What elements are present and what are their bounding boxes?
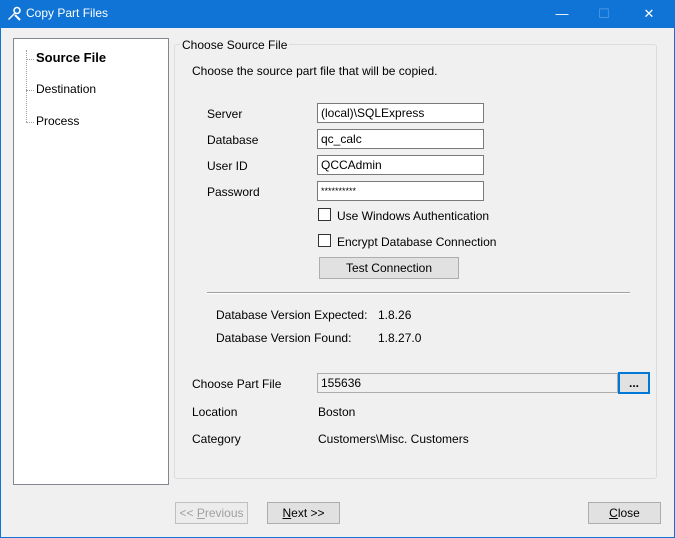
- version-expected-value: 1.8.26: [378, 308, 412, 322]
- category-label: Category: [192, 432, 241, 446]
- test-connection-button[interactable]: Test Connection: [319, 257, 459, 279]
- tree-branch: [26, 122, 34, 123]
- next-button[interactable]: Next >>: [267, 502, 340, 524]
- password-label: Password: [207, 185, 260, 199]
- part-file-field[interactable]: 155636: [317, 373, 618, 393]
- minimize-button[interactable]: —: [540, 0, 584, 28]
- version-expected-label: Database Version Expected:: [216, 308, 368, 322]
- tree-branch: [26, 90, 34, 91]
- userid-field[interactable]: QCCAdmin: [317, 155, 484, 175]
- step-source-file[interactable]: Source File: [36, 50, 106, 65]
- database-field[interactable]: qc_calc: [317, 129, 484, 149]
- windows-auth-label: Use Windows Authentication: [337, 209, 490, 223]
- database-label: Database: [207, 133, 259, 147]
- tree-line: [26, 50, 27, 122]
- step-destination[interactable]: Destination: [36, 82, 96, 96]
- windows-auth-checkbox[interactable]: [318, 208, 331, 221]
- previous-button[interactable]: << Previous: [175, 502, 248, 524]
- close-window-button[interactable]: ✕: [627, 0, 671, 28]
- group-title: Choose Source File: [180, 38, 290, 52]
- title-bar: Copy Part Files — ☐ ✕: [0, 0, 675, 28]
- separator: [207, 292, 630, 294]
- version-found-label: Database Version Found:: [216, 331, 352, 345]
- encrypt-checkbox[interactable]: [318, 234, 331, 247]
- password-field[interactable]: **********: [317, 181, 484, 201]
- server-label: Server: [207, 107, 243, 121]
- close-button[interactable]: Close: [588, 502, 661, 524]
- server-field[interactable]: (local)\SQLExpress: [317, 103, 484, 123]
- window-title: Copy Part Files: [26, 6, 109, 20]
- version-found-value: 1.8.27.0: [378, 331, 422, 345]
- tools-icon: [8, 6, 21, 21]
- category-value: Customers\Misc. Customers: [318, 432, 469, 446]
- step-process[interactable]: Process: [36, 114, 79, 128]
- userid-label: User ID: [207, 159, 248, 173]
- choose-part-label: Choose Part File: [192, 377, 282, 391]
- browse-button[interactable]: ...: [618, 372, 650, 394]
- maximize-button[interactable]: ☐: [582, 0, 626, 28]
- location-value: Boston: [318, 405, 356, 419]
- encrypt-label: Encrypt Database Connection: [337, 235, 497, 249]
- tree-branch: [26, 59, 34, 60]
- instruction-text: Choose the source part file that will be…: [192, 64, 438, 78]
- steps-tree: Source File Destination Process: [13, 38, 169, 485]
- location-label: Location: [192, 405, 238, 419]
